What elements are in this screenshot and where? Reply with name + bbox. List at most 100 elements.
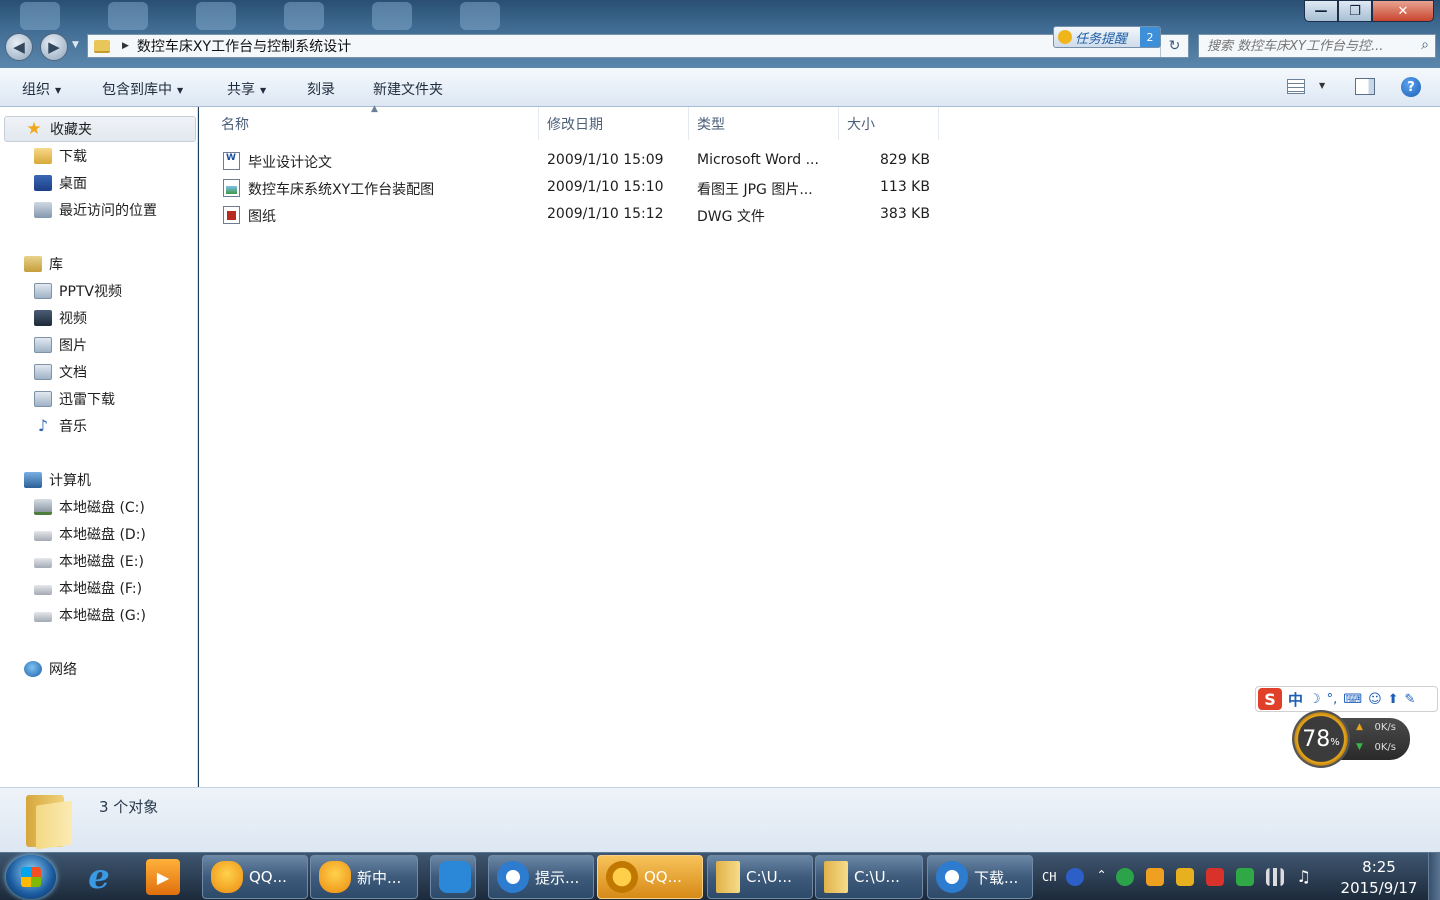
ime-mode-toggle[interactable]: 中	[1288, 689, 1303, 710]
language-indicator[interactable]: CH	[1042, 870, 1056, 884]
forward-button[interactable]: ▶	[40, 33, 68, 61]
burn-button[interactable]: 刻录	[307, 79, 335, 99]
search-box[interactable]: ⌕	[1198, 34, 1436, 58]
system-clock[interactable]: 8:25 2015/9/17	[1336, 857, 1422, 899]
column-header-name[interactable]: 名称	[213, 107, 539, 140]
nav-item-music[interactable]: ♪ 音乐	[34, 413, 87, 439]
search-icon[interactable]: ⌕	[1421, 37, 1429, 53]
nav-item-recent-places[interactable]: 最近访问的位置	[34, 197, 157, 223]
taskbar-button-cloud[interactable]	[430, 855, 476, 899]
file-name: 毕业设计论文	[248, 155, 332, 171]
address-bar[interactable]: ▶ 数控车床XY工作台与控制系统设计 ▼ ↻	[87, 34, 1189, 58]
memory-usage-gauge[interactable]: 78%	[1292, 710, 1350, 768]
nav-item-drive-c[interactable]: 本地磁盘 (C:)	[34, 494, 145, 520]
nav-item-videos[interactable]: 视频	[34, 305, 87, 331]
internet-explorer-icon[interactable]: e	[80, 857, 118, 897]
table-row[interactable]: 图纸 2009/1/10 15:12 DWG 文件 383 KB	[219, 202, 939, 228]
nav-libraries-label: 库	[49, 257, 63, 273]
keyboard-icon[interactable]: ⌨	[1343, 692, 1362, 707]
maximize-button[interactable]: ❐	[1338, 0, 1372, 22]
tools-icon[interactable]: ✎	[1405, 692, 1416, 707]
include-library-menu[interactable]: 包含到库中 ▼	[102, 79, 183, 99]
volume-icon[interactable]: ♫	[1296, 868, 1314, 886]
nav-item-drive-e[interactable]: 本地磁盘 (E:)	[34, 548, 144, 574]
help-icon[interactable]: ?	[1401, 77, 1421, 97]
nav-item-pptv[interactable]: PPTV视频	[34, 278, 122, 304]
taskbar-button-news[interactable]: 新中...	[310, 855, 418, 899]
breadcrumb-separator-icon[interactable]: ▶	[122, 41, 129, 51]
taskbar-button-explorer-1[interactable]: C:\U...	[707, 855, 813, 899]
nav-libraries[interactable]: 库	[24, 251, 63, 277]
organize-label: 组织	[22, 82, 50, 98]
360-guard-icon[interactable]	[1236, 868, 1255, 886]
folder-icon	[26, 793, 76, 850]
clock-time: 8:25	[1362, 858, 1396, 876]
view-dropdown-icon[interactable]: ▼	[1319, 81, 1325, 90]
ime-toolbar[interactable]: S 中 ☽ °, ⌨ ☺ ⬆ ✎	[1255, 686, 1438, 712]
recent-pages-dropdown[interactable]: ▼	[72, 40, 79, 50]
download-speed: 0K/s	[1374, 742, 1397, 753]
close-button[interactable]: ✕	[1372, 0, 1434, 22]
qq-tray-icon[interactable]	[1146, 868, 1165, 886]
sogou-icon	[497, 861, 529, 893]
folder-icon	[824, 861, 848, 893]
nav-item-documents[interactable]: 文档	[34, 359, 87, 385]
minimize-button[interactable]: —	[1304, 0, 1338, 22]
qq-tray-icon-2[interactable]	[1176, 868, 1195, 886]
punctuation-icon[interactable]: °,	[1327, 692, 1338, 707]
taskbar-button-explorer-2[interactable]: C:\U...	[815, 855, 923, 899]
taskbar-button-qq[interactable]: QQ...	[202, 855, 308, 899]
task-reminder-popup[interactable]: 任务提醒 2	[1053, 26, 1161, 48]
network-icon	[24, 661, 42, 677]
sogou-logo-icon[interactable]: S	[1258, 688, 1282, 710]
nav-item-label: 桌面	[59, 176, 87, 192]
nav-item-label: 音乐	[59, 419, 87, 435]
antivirus-icon[interactable]	[1206, 868, 1225, 886]
column-header-date[interactable]: 修改日期	[539, 107, 689, 140]
nav-item-thunder-downloads[interactable]: 迅雷下载	[34, 386, 115, 412]
file-date: 2009/1/10 15:09	[547, 152, 664, 168]
table-row[interactable]: 毕业设计论文 2009/1/10 15:09 Microsoft Word ..…	[219, 148, 939, 174]
share-menu[interactable]: 共享 ▼	[227, 79, 266, 99]
taskbar-button-download[interactable]: 下载...	[927, 855, 1033, 899]
user-icon[interactable]: ☺	[1368, 692, 1382, 707]
tray-expand-icon[interactable]: ⌃	[1096, 868, 1106, 886]
search-input[interactable]	[1207, 38, 1407, 54]
preview-pane-icon[interactable]	[1355, 78, 1375, 95]
nav-item-drive-d[interactable]: 本地磁盘 (D:)	[34, 521, 146, 547]
start-button[interactable]	[6, 855, 56, 899]
network-signal-icon[interactable]	[1266, 868, 1285, 886]
column-header-size[interactable]: 大小	[839, 107, 939, 140]
view-options-icon[interactable]	[1287, 79, 1305, 94]
taskbar: e ▶ QQ... 新中... 提示... QQ... C:\U... C:\U…	[0, 852, 1440, 900]
nav-favorites[interactable]: ★ 收藏夹	[4, 116, 196, 142]
refresh-icon[interactable]: ↻	[1160, 35, 1188, 57]
qq-icon	[319, 861, 351, 893]
breadcrumb[interactable]: 数控车床XY工作台与控制系统设计	[137, 36, 351, 56]
library-item-icon	[34, 283, 52, 299]
nav-item-drive-f[interactable]: 本地磁盘 (F:)	[34, 575, 142, 601]
table-row[interactable]: 数控车床系统XY工作台装配图 2009/1/10 15:10 看图王 JPG 图…	[219, 175, 939, 201]
taskbar-button-prompt[interactable]: 提示...	[488, 855, 594, 899]
help-tray-icon[interactable]	[1066, 868, 1085, 886]
nav-item-pictures[interactable]: 图片	[34, 332, 87, 358]
new-folder-button[interactable]: 新建文件夹	[373, 79, 443, 99]
computer-icon	[24, 472, 42, 488]
skin-icon[interactable]: ⬆	[1388, 692, 1399, 707]
security-shield-icon[interactable]	[1116, 868, 1135, 886]
media-player-icon[interactable]: ▶	[146, 859, 180, 895]
nav-computer-label: 计算机	[49, 473, 91, 489]
nav-network[interactable]: 网络	[24, 656, 77, 682]
taskbar-button-qq-game[interactable]: QQ...	[597, 855, 703, 899]
column-header-type[interactable]: 类型	[689, 107, 839, 140]
memory-speed-widget[interactable]: ▲ 0K/s ▼ 0K/s 78%	[1290, 710, 1412, 768]
back-button[interactable]: ◀	[5, 33, 33, 61]
nav-item-desktop[interactable]: 桌面	[34, 170, 87, 196]
hard-drive-icon	[34, 558, 52, 568]
organize-menu[interactable]: 组织 ▼	[22, 79, 61, 99]
moon-icon[interactable]: ☽	[1309, 692, 1321, 707]
show-desktop-button[interactable]	[1428, 853, 1440, 900]
nav-item-drive-g[interactable]: 本地磁盘 (G:)	[34, 602, 146, 628]
nav-computer[interactable]: 计算机	[24, 467, 91, 493]
nav-item-downloads[interactable]: 下载	[34, 143, 87, 169]
